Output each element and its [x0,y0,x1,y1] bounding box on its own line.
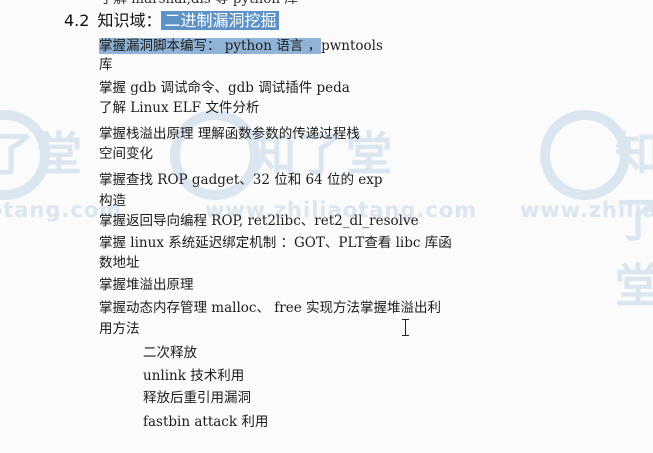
watermark-url-right: www.zhiliaotang.com [520,198,653,222]
list-item-line: 掌握动态内存管理 malloc、 free 实现方法掌握堆溢出利 [99,300,441,316]
list-item-line: 掌握堆溢出原理 [99,277,194,293]
list-item-script-writing: 掌握漏洞脚本编写： python 语言 ，pwntools [99,37,383,55]
sub-item: unlink 技术利用 [143,368,245,384]
section-label: 知识域： [97,11,162,30]
sub-item: fastbin attack 利用 [143,414,269,430]
list-item-line: 了解 Linux ELF 文件分析 [99,100,260,116]
document-page: 知了堂 www.zhiliaotang.com 知了堂 www.zhiliaot… [0,0,653,453]
selected-text: 掌握漏洞脚本编写： python 语言 ， [99,38,322,54]
sub-item: 二次释放 [143,345,197,361]
list-item-line: 空间变化 [99,146,153,162]
list-item-line: 掌握栈溢出原理 理解函数参数的传递过程栈 [99,126,360,142]
list-item-line: 数地址 [99,255,140,271]
list-item-line: 掌握返回导向编程 ROP, ret2libc、ret2_dl_resolve [99,213,419,229]
list-item-line: 库 [99,57,113,73]
list-item-line: 掌握 gdb 调试命令、gdb 调试插件 peda [99,80,350,96]
section-number: 4.2 [64,11,90,30]
list-item-line: 掌握查找 ROP gadget、32 位和 64 位的 exp [99,172,383,188]
list-item-line: 用方法 [99,321,140,337]
cut-off-text-line: 了解 marshal,dis 等 python 库 [100,0,298,8]
list-item-line: 掌握 linux 系统延迟绑定机制 ：GOT、PLT查看 libc 库函 [99,235,452,251]
section-heading: 4.2 知识域： 二进制漏洞挖掘 [64,10,280,32]
section-title-highlighted: 二进制漏洞挖掘 [161,11,280,30]
list-item-line: 构造 [99,193,126,209]
watermark-brand-left: 知了堂 [0,127,84,181]
text-cursor-icon [402,319,409,336]
list-item-rest: pwntools [321,38,383,54]
sub-item: 释放后重引用漏洞 [143,390,251,406]
